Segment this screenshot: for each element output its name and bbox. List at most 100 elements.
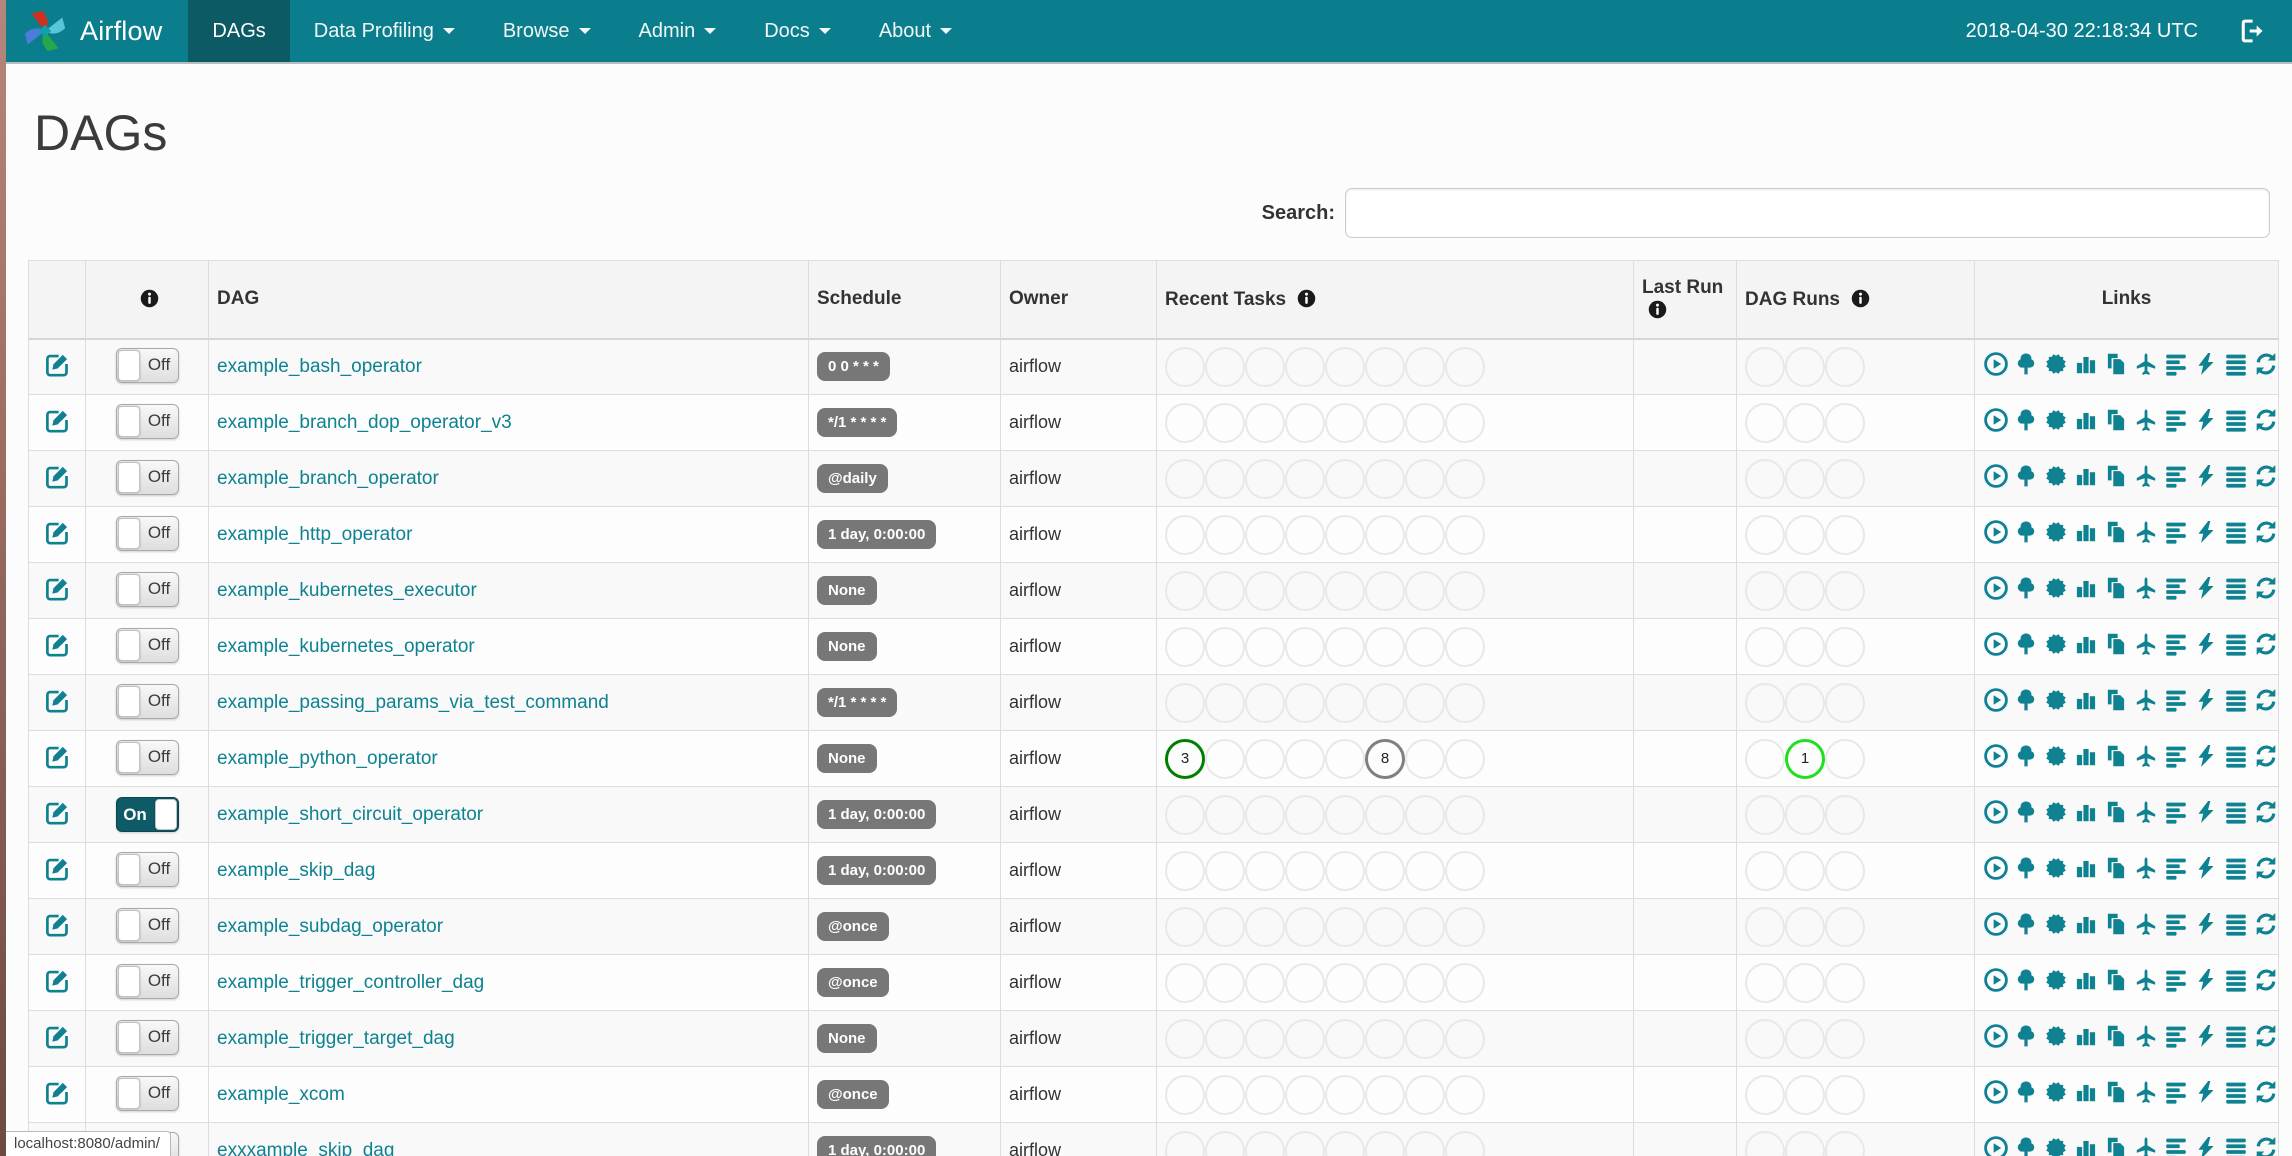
recent-task-circle[interactable]	[1445, 906, 1485, 947]
recent-task-circle[interactable]	[1325, 402, 1365, 443]
gantt-view-icon[interactable]	[2163, 1135, 2189, 1156]
recent-task-circle[interactable]	[1365, 962, 1405, 1003]
task-duration-icon[interactable]	[2073, 463, 2099, 489]
dag-run-circle[interactable]	[1825, 682, 1865, 723]
graph-view-icon[interactable]	[2043, 1079, 2069, 1105]
dag-link[interactable]: example_branch_dop_operator_v3	[217, 412, 512, 433]
tree-view-icon[interactable]	[2013, 1023, 2039, 1049]
edit-dag-icon[interactable]	[44, 967, 71, 994]
task-duration-icon[interactable]	[2073, 575, 2099, 601]
dag-link[interactable]: example_branch_operator	[217, 468, 439, 489]
col-last-run-header[interactable]: Last Run	[1633, 260, 1737, 340]
dag-link[interactable]: example_subdag_operator	[217, 916, 443, 937]
recent-task-circle[interactable]	[1405, 1130, 1445, 1156]
info-circle-icon[interactable]	[1647, 299, 1668, 320]
recent-task-circle[interactable]	[1445, 1018, 1485, 1059]
recent-task-circle[interactable]	[1205, 850, 1245, 891]
dag-details-icon[interactable]	[2223, 743, 2249, 769]
dag-run-circle[interactable]	[1745, 906, 1785, 947]
recent-task-circle[interactable]	[1365, 906, 1405, 947]
dag-link[interactable]: example_trigger_controller_dag	[217, 972, 484, 993]
dag-pause-toggle[interactable]: Off	[115, 459, 179, 495]
dag-run-circle[interactable]	[1785, 682, 1825, 723]
schedule-badge[interactable]: 1 day, 0:00:00	[817, 856, 937, 885]
dag-run-circle[interactable]	[1825, 514, 1865, 555]
recent-task-circle[interactable]	[1285, 458, 1325, 499]
task-duration-icon[interactable]	[2073, 743, 2099, 769]
dag-run-circle[interactable]	[1785, 794, 1825, 835]
dag-run-circle[interactable]	[1785, 962, 1825, 1003]
recent-task-circle[interactable]	[1285, 850, 1325, 891]
code-view-icon[interactable]	[2193, 1023, 2219, 1049]
recent-task-circle[interactable]	[1205, 794, 1245, 835]
recent-task-circle[interactable]	[1285, 1018, 1325, 1059]
recent-task-circle[interactable]	[1325, 346, 1365, 387]
dag-run-circle[interactable]	[1745, 570, 1785, 611]
code-view-icon[interactable]	[2193, 407, 2219, 433]
dag-run-circle[interactable]	[1785, 626, 1825, 667]
recent-task-circle[interactable]	[1325, 738, 1365, 779]
tree-view-icon[interactable]	[2013, 687, 2039, 713]
dag-details-icon[interactable]	[2223, 911, 2249, 937]
task-tries-icon[interactable]	[2103, 463, 2129, 489]
dag-details-icon[interactable]	[2223, 351, 2249, 377]
code-view-icon[interactable]	[2193, 687, 2219, 713]
recent-task-circle[interactable]	[1405, 794, 1445, 835]
trigger-dag-icon[interactable]	[1983, 1079, 2009, 1105]
task-duration-icon[interactable]	[2073, 519, 2099, 545]
recent-task-circle[interactable]	[1245, 458, 1285, 499]
graph-view-icon[interactable]	[2043, 407, 2069, 433]
recent-task-circle[interactable]	[1245, 514, 1285, 555]
dag-run-circle[interactable]	[1745, 1130, 1785, 1156]
recent-task-circle[interactable]	[1245, 850, 1285, 891]
trigger-dag-icon[interactable]	[1983, 855, 2009, 881]
refresh-dag-icon[interactable]	[2253, 407, 2279, 433]
col-recent-tasks-header[interactable]: Recent Tasks	[1156, 260, 1634, 340]
recent-task-circle[interactable]	[1445, 626, 1485, 667]
tree-view-icon[interactable]	[2013, 351, 2039, 377]
recent-task-circle[interactable]	[1405, 514, 1445, 555]
task-duration-icon[interactable]	[2073, 1079, 2099, 1105]
recent-task-circle[interactable]	[1205, 1074, 1245, 1115]
refresh-dag-icon[interactable]	[2253, 855, 2279, 881]
gantt-view-icon[interactable]	[2163, 407, 2189, 433]
recent-task-circle[interactable]	[1365, 570, 1405, 611]
graph-view-icon[interactable]	[2043, 799, 2069, 825]
recent-task-circle[interactable]	[1365, 1074, 1405, 1115]
task-duration-icon[interactable]	[2073, 799, 2099, 825]
dag-run-circle[interactable]	[1745, 962, 1785, 1003]
recent-task-circle[interactable]	[1325, 626, 1365, 667]
recent-task-circle[interactable]	[1165, 850, 1205, 891]
graph-view-icon[interactable]	[2043, 575, 2069, 601]
recent-task-circle[interactable]	[1405, 570, 1445, 611]
dag-run-circle[interactable]	[1745, 738, 1785, 779]
edit-dag-icon[interactable]	[44, 1079, 71, 1106]
task-duration-icon[interactable]	[2073, 911, 2099, 937]
recent-task-circle[interactable]	[1325, 514, 1365, 555]
dag-details-icon[interactable]	[2223, 855, 2249, 881]
graph-view-icon[interactable]	[2043, 519, 2069, 545]
recent-task-circle[interactable]	[1245, 626, 1285, 667]
task-tries-icon[interactable]	[2103, 1079, 2129, 1105]
graph-view-icon[interactable]	[2043, 1023, 2069, 1049]
task-duration-icon[interactable]	[2073, 1135, 2099, 1156]
task-tries-icon[interactable]	[2103, 1135, 2129, 1156]
dag-pause-toggle[interactable]: Off	[115, 963, 179, 999]
edit-dag-icon[interactable]	[44, 519, 71, 546]
task-duration-icon[interactable]	[2073, 631, 2099, 657]
edit-dag-icon[interactable]	[44, 799, 71, 826]
recent-task-circle[interactable]	[1325, 850, 1365, 891]
recent-task-circle[interactable]	[1325, 682, 1365, 723]
trigger-dag-icon[interactable]	[1983, 687, 2009, 713]
recent-task-circle[interactable]	[1205, 682, 1245, 723]
dag-run-circle[interactable]	[1785, 1074, 1825, 1115]
recent-task-circle[interactable]	[1285, 1074, 1325, 1115]
trigger-dag-icon[interactable]	[1983, 519, 2009, 545]
recent-task-circle[interactable]	[1245, 906, 1285, 947]
recent-task-circle[interactable]	[1405, 962, 1445, 1003]
nav-item-about[interactable]: About	[855, 0, 976, 62]
code-view-icon[interactable]	[2193, 911, 2219, 937]
recent-task-circle[interactable]	[1205, 738, 1245, 779]
task-tries-icon[interactable]	[2103, 911, 2129, 937]
edit-dag-icon[interactable]	[44, 631, 71, 658]
